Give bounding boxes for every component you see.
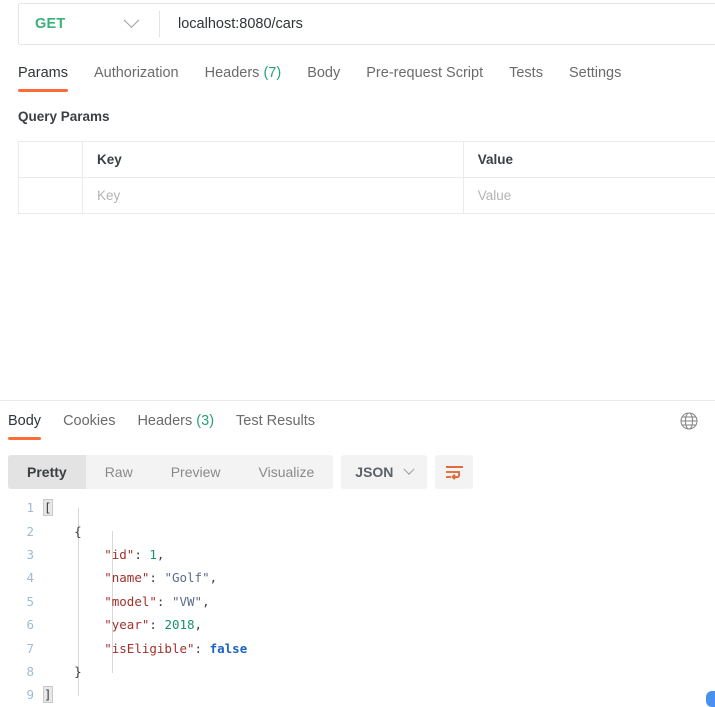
code-line-text: "id": 1, — [104, 546, 165, 562]
row-key-input[interactable]: Key — [82, 177, 464, 214]
tab-pre-request-script-label: Pre-request Script — [366, 65, 484, 81]
response-tab-cookies-label: Cookies — [63, 413, 116, 429]
line-number: 7 — [26, 640, 34, 656]
code-line: 7 "isEligible": false — [0, 636, 715, 659]
code-line-text: { — [44, 523, 82, 539]
response-tab-body-label: Body — [8, 413, 42, 429]
code-line: 8 } — [0, 660, 715, 683]
header-checkbox-cell — [17, 141, 84, 178]
line-number: 3 — [26, 546, 34, 562]
line-number: 9 — [26, 687, 34, 703]
header-value-cell: Value — [462, 141, 715, 178]
code-line-text: ] — [43, 686, 53, 704]
response-body-viewer[interactable]: 1 [ 2 { 3 "id": 1, 4 "name": "Golf", 5 "… — [0, 496, 715, 707]
code-line: 9 ] — [0, 683, 715, 706]
code-line-text: "isEligible": false — [104, 640, 248, 656]
tab-headers[interactable]: Headers (7) — [205, 62, 282, 92]
tab-authorization[interactable]: Authorization — [94, 62, 179, 92]
line-number: 4 — [26, 570, 34, 586]
code-line: 6 "year": 2018, — [0, 613, 715, 636]
response-language-label: JSON — [355, 464, 394, 480]
format-pretty-button[interactable]: Pretty — [8, 455, 86, 489]
tab-authorization-label: Authorization — [93, 65, 179, 81]
response-format-toolbar: Pretty Raw Preview Visualize JSON — [8, 455, 474, 489]
line-number: 8 — [26, 663, 34, 679]
request-tabs: Params Authorization Headers (7) Body Pr… — [18, 62, 647, 94]
code-line-text: "name": "Golf", — [104, 570, 218, 586]
tab-settings[interactable]: Settings — [569, 62, 621, 92]
format-visualize-button[interactable]: Visualize — [240, 455, 334, 489]
code-line: 3 "id": 1, — [0, 543, 715, 566]
http-method-label: GET — [35, 16, 66, 32]
tab-tests[interactable]: Tests — [509, 62, 543, 92]
response-tab-headers-count: (3) — [196, 413, 215, 429]
response-tab-test-results-label: Test Results — [236, 413, 316, 429]
format-button-group: Pretty Raw Preview Visualize — [8, 455, 334, 489]
globe-icon[interactable] — [679, 411, 699, 431]
line-number: 2 — [26, 523, 34, 539]
tab-headers-count: (7) — [263, 65, 282, 81]
tab-params-label: Params — [18, 65, 68, 81]
tab-params[interactable]: Params — [18, 62, 68, 92]
code-line: 2 { — [0, 519, 715, 542]
tab-body-label: Body — [307, 65, 341, 81]
response-language-select[interactable]: JSON — [341, 455, 428, 489]
line-number: 6 — [26, 617, 34, 633]
http-method-select[interactable]: GET — [19, 4, 159, 44]
response-tab-test-results[interactable]: Test Results — [236, 410, 315, 440]
query-params-title: Query Params — [18, 109, 110, 124]
chevron-down-icon — [403, 463, 416, 475]
tab-tests-label: Tests — [509, 65, 543, 81]
code-line: 1 [ — [0, 496, 715, 519]
tab-pre-request-script[interactable]: Pre-request Script — [366, 62, 483, 92]
response-tab-body[interactable]: Body — [8, 410, 42, 440]
format-raw-button[interactable]: Raw — [86, 455, 152, 489]
code-line-text: "year": 2018, — [104, 617, 203, 633]
code-line: 5 "model": "VW", — [0, 590, 715, 613]
query-params-table: Key Value Key Value — [17, 141, 715, 214]
format-preview-button[interactable]: Preview — [152, 455, 240, 489]
code-line-text: "model": "VW", — [104, 593, 210, 609]
table-header-row: Key Value — [17, 141, 715, 178]
response-tab-headers[interactable]: Headers (3) — [137, 410, 214, 440]
code-line-text: } — [44, 663, 82, 679]
word-wrap-icon — [445, 465, 463, 480]
response-tab-cookies[interactable]: Cookies — [63, 410, 115, 440]
corner-indicator — [706, 691, 715, 707]
word-wrap-toggle-button[interactable] — [435, 455, 474, 489]
row-value-input[interactable]: Value — [462, 177, 715, 214]
request-url-input[interactable] — [160, 4, 715, 44]
response-tab-headers-label: Headers — [137, 413, 193, 429]
code-line-text: [ — [43, 499, 53, 517]
row-checkbox-cell[interactable] — [17, 177, 84, 214]
table-row[interactable]: Key Value — [17, 177, 715, 214]
tab-headers-label: Headers — [204, 65, 260, 81]
request-url-bar: GET — [18, 3, 715, 45]
section-divider — [0, 400, 715, 401]
code-line: 4 "name": "Golf", — [0, 566, 715, 589]
line-number: 5 — [26, 593, 34, 609]
line-number: 1 — [26, 500, 34, 516]
tab-settings-label: Settings — [568, 65, 622, 81]
header-key-cell: Key — [82, 141, 464, 178]
tab-body[interactable]: Body — [307, 62, 340, 92]
chevron-down-icon — [123, 11, 140, 28]
response-tabs: Body Cookies Headers (3) Test Results — [8, 410, 337, 440]
